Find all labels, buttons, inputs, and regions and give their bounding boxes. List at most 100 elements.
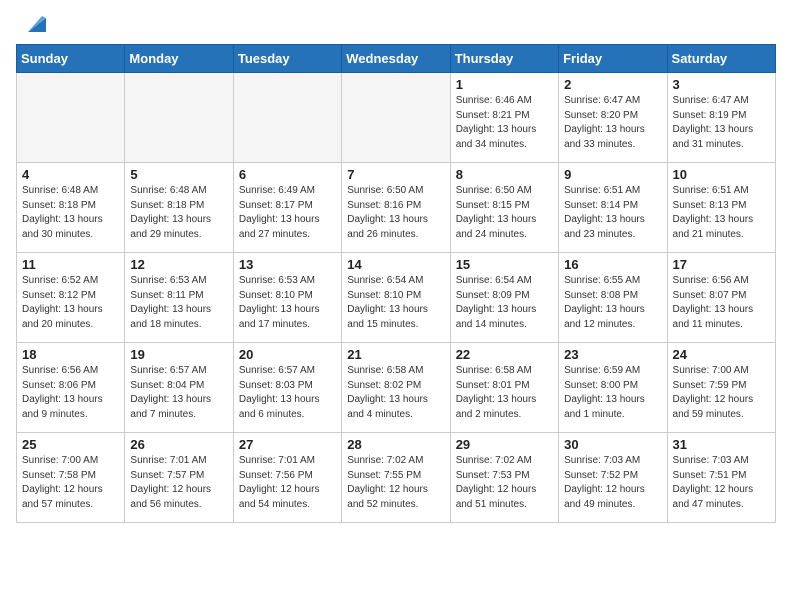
calendar-cell: 15Sunrise: 6:54 AM Sunset: 8:09 PM Dayli… [450, 253, 558, 343]
column-header-thursday: Thursday [450, 45, 558, 73]
day-info: Sunrise: 6:53 AM Sunset: 8:10 PM Dayligh… [239, 274, 336, 332]
logo [16, 16, 46, 36]
day-number: 26 [130, 437, 227, 452]
day-number: 5 [130, 167, 227, 182]
day-number: 31 [673, 437, 770, 452]
day-info: Sunrise: 7:00 AM Sunset: 7:59 PM Dayligh… [673, 364, 770, 422]
day-number: 19 [130, 347, 227, 362]
calendar-table: SundayMondayTuesdayWednesdayThursdayFrid… [16, 44, 776, 523]
day-number: 10 [673, 167, 770, 182]
calendar-cell: 16 Sunrise: 6:55 AM Sunset: 8:08 PM Dayli… [559, 253, 667, 343]
calendar-cell: 20 Sunrise: 6:57 AM Sunset: 8:03 PM Dayli… [233, 343, 341, 433]
day-number: 28 [347, 437, 444, 452]
calendar-cell: 28 Sunrise: 7:02 AM Sunset: 7:55 PM Dayli… [342, 433, 450, 523]
day-info: Sunrise: 7:00 AM Sunset: 7:58 PM Dayligh… [22, 454, 119, 512]
day-info: Sunrise: 6:51 AM Sunset: 8:13 PM Dayligh… [673, 184, 770, 242]
day-number: 2 [564, 77, 661, 92]
day-info: Sunrise: 7:03 AM Sunset: 7:51 PM Dayligh… [673, 454, 770, 512]
calendar-cell: 5 Sunrise: 6:48 AM Sunset: 8:18 PM Daylig… [125, 163, 233, 253]
day-info: Sunrise: 6:54 AM Sunset: 8:10 PM Dayligh… [347, 274, 444, 332]
week-row-3: 11Sunrise: 6:52 AM Sunset: 8:12 PM Dayli… [17, 253, 776, 343]
week-row-2: 4Sunrise: 6:48 AM Sunset: 8:18 PM Daylig… [17, 163, 776, 253]
day-info: Sunrise: 6:56 AM Sunset: 8:07 PM Dayligh… [673, 274, 770, 332]
calendar-cell: 7 Sunrise: 6:50 AM Sunset: 8:16 PM Daylig… [342, 163, 450, 253]
week-row-5: 25 Sunrise: 7:00 AM Sunset: 7:58 PM Dayli… [17, 433, 776, 523]
calendar-cell [17, 73, 125, 163]
calendar-cell: 18 Sunrise: 6:56 AM Sunset: 8:06 PM Dayli… [17, 343, 125, 433]
day-info: Sunrise: 6:51 AM Sunset: 8:14 PM Dayligh… [564, 184, 661, 242]
calendar-cell: 30 Sunrise: 7:03 AM Sunset: 7:52 PM Dayli… [559, 433, 667, 523]
day-number: 9 [564, 167, 661, 182]
column-header-wednesday: Wednesday [342, 45, 450, 73]
day-info: Sunrise: 6:48 AM Sunset: 8:18 PM Dayligh… [22, 184, 119, 242]
day-info: Sunrise: 7:03 AM Sunset: 7:52 PM Dayligh… [564, 454, 661, 512]
day-info: Sunrise: 7:02 AM Sunset: 7:55 PM Dayligh… [347, 454, 444, 512]
calendar-cell [342, 73, 450, 163]
day-number: 16 [564, 257, 661, 272]
day-info: Sunrise: 6:55 AM Sunset: 8:08 PM Dayligh… [564, 274, 661, 332]
week-row-1: 1Sunrise: 6:46 AM Sunset: 8:21 PM Daylig… [17, 73, 776, 163]
day-info: Sunrise: 6:50 AM Sunset: 8:16 PM Dayligh… [347, 184, 444, 242]
day-info: Sunrise: 6:53 AM Sunset: 8:11 PM Dayligh… [130, 274, 227, 332]
day-number: 29 [456, 437, 553, 452]
calendar-cell: 3 Sunrise: 6:47 AM Sunset: 8:19 PM Daylig… [667, 73, 775, 163]
day-info: Sunrise: 6:48 AM Sunset: 8:18 PM Dayligh… [130, 184, 227, 242]
column-header-monday: Monday [125, 45, 233, 73]
day-info: Sunrise: 6:54 AM Sunset: 8:09 PM Dayligh… [456, 274, 553, 332]
day-number: 3 [673, 77, 770, 92]
column-header-tuesday: Tuesday [233, 45, 341, 73]
day-number: 17 [673, 257, 770, 272]
calendar-cell: 19 Sunrise: 6:57 AM Sunset: 8:04 PM Dayli… [125, 343, 233, 433]
calendar-cell: 23 Sunrise: 6:59 AM Sunset: 8:00 PM Dayli… [559, 343, 667, 433]
day-number: 14 [347, 257, 444, 272]
calendar-cell: 9 Sunrise: 6:51 AM Sunset: 8:14 PM Daylig… [559, 163, 667, 253]
calendar-cell: 13 Sunrise: 6:53 AM Sunset: 8:10 PM Dayli… [233, 253, 341, 343]
calendar-cell [233, 73, 341, 163]
calendar-cell: 11Sunrise: 6:52 AM Sunset: 8:12 PM Dayli… [17, 253, 125, 343]
page-header [16, 16, 776, 36]
day-number: 8 [456, 167, 553, 182]
day-info: Sunrise: 6:47 AM Sunset: 8:20 PM Dayligh… [564, 94, 661, 152]
day-info: Sunrise: 7:01 AM Sunset: 7:56 PM Dayligh… [239, 454, 336, 512]
day-info: Sunrise: 6:57 AM Sunset: 8:03 PM Dayligh… [239, 364, 336, 422]
day-number: 22 [456, 347, 553, 362]
day-number: 7 [347, 167, 444, 182]
calendar-cell: 17 Sunrise: 6:56 AM Sunset: 8:07 PM Dayli… [667, 253, 775, 343]
calendar-cell: 24 Sunrise: 7:00 AM Sunset: 7:59 PM Dayli… [667, 343, 775, 433]
day-info: Sunrise: 6:58 AM Sunset: 8:01 PM Dayligh… [456, 364, 553, 422]
day-number: 13 [239, 257, 336, 272]
day-number: 24 [673, 347, 770, 362]
day-info: Sunrise: 6:49 AM Sunset: 8:17 PM Dayligh… [239, 184, 336, 242]
calendar-cell: 29Sunrise: 7:02 AM Sunset: 7:53 PM Dayli… [450, 433, 558, 523]
day-info: Sunrise: 6:50 AM Sunset: 8:15 PM Dayligh… [456, 184, 553, 242]
day-number: 11 [22, 257, 119, 272]
day-number: 20 [239, 347, 336, 362]
day-number: 21 [347, 347, 444, 362]
day-info: Sunrise: 6:58 AM Sunset: 8:02 PM Dayligh… [347, 364, 444, 422]
calendar-cell: 1Sunrise: 6:46 AM Sunset: 8:21 PM Daylig… [450, 73, 558, 163]
day-info: Sunrise: 6:47 AM Sunset: 8:19 PM Dayligh… [673, 94, 770, 152]
day-number: 23 [564, 347, 661, 362]
day-info: Sunrise: 6:57 AM Sunset: 8:04 PM Dayligh… [130, 364, 227, 422]
week-row-4: 18 Sunrise: 6:56 AM Sunset: 8:06 PM Dayli… [17, 343, 776, 433]
day-number: 18 [22, 347, 119, 362]
day-info: Sunrise: 6:59 AM Sunset: 8:00 PM Dayligh… [564, 364, 661, 422]
day-info: Sunrise: 7:01 AM Sunset: 7:57 PM Dayligh… [130, 454, 227, 512]
day-number: 25 [22, 437, 119, 452]
calendar-cell: 22 Sunrise: 6:58 AM Sunset: 8:01 PM Dayli… [450, 343, 558, 433]
day-info: Sunrise: 6:56 AM Sunset: 8:06 PM Dayligh… [22, 364, 119, 422]
calendar-cell: 27 Sunrise: 7:01 AM Sunset: 7:56 PM Dayli… [233, 433, 341, 523]
calendar-cell: 26 Sunrise: 7:01 AM Sunset: 7:57 PM Dayli… [125, 433, 233, 523]
calendar-cell: 6 Sunrise: 6:49 AM Sunset: 8:17 PM Daylig… [233, 163, 341, 253]
calendar-cell: 8 Sunrise: 6:50 AM Sunset: 8:15 PM Daylig… [450, 163, 558, 253]
day-number: 27 [239, 437, 336, 452]
calendar-cell: 12 Sunrise: 6:53 AM Sunset: 8:11 PM Dayli… [125, 253, 233, 343]
calendar-cell: 4Sunrise: 6:48 AM Sunset: 8:18 PM Daylig… [17, 163, 125, 253]
column-header-friday: Friday [559, 45, 667, 73]
day-number: 30 [564, 437, 661, 452]
day-number: 12 [130, 257, 227, 272]
calendar-cell: 14 Sunrise: 6:54 AM Sunset: 8:10 PM Dayli… [342, 253, 450, 343]
day-info: Sunrise: 6:46 AM Sunset: 8:21 PM Dayligh… [456, 94, 553, 152]
calendar-cell: 21 Sunrise: 6:58 AM Sunset: 8:02 PM Dayli… [342, 343, 450, 433]
day-number: 6 [239, 167, 336, 182]
